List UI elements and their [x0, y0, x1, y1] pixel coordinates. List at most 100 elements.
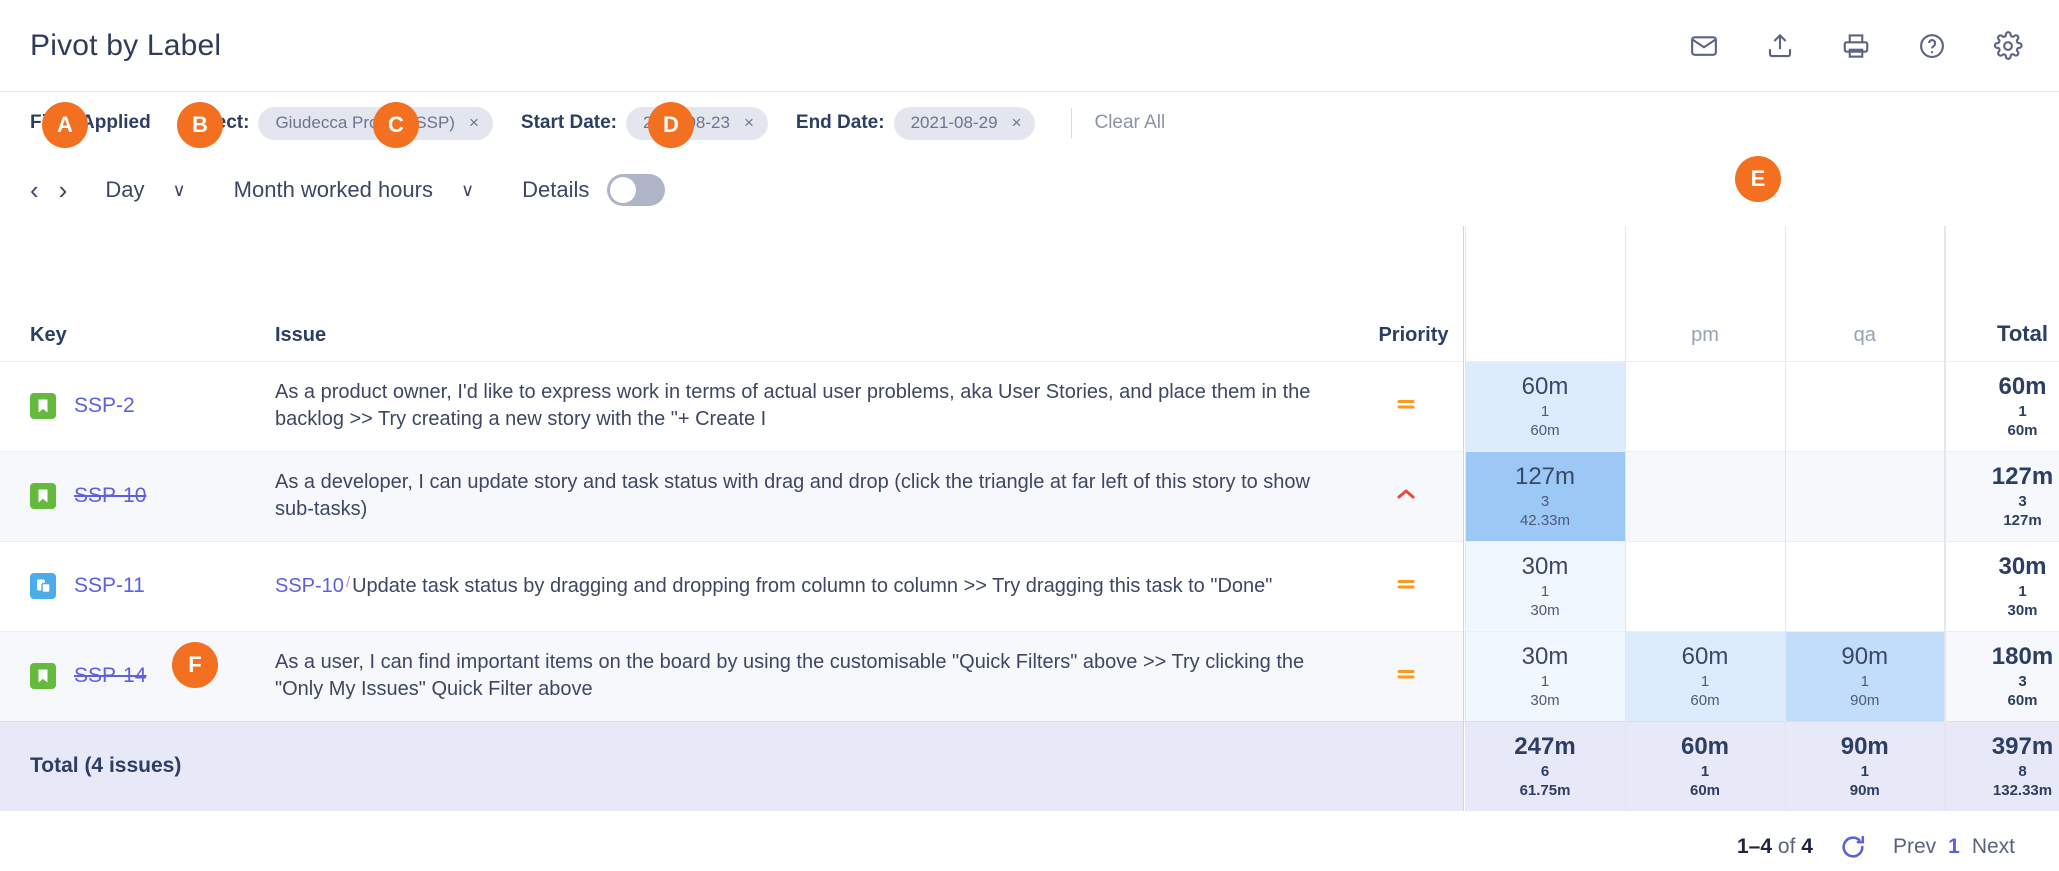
pivot-cell-1[interactable] — [1625, 451, 1785, 541]
column-header-label-qa[interactable]: qa — [1785, 226, 1945, 361]
annotation-badge-c: C — [373, 102, 419, 148]
mail-icon[interactable] — [1689, 31, 1719, 61]
table-row[interactable]: SSP-11SSP-10/Update task status by dragg… — [0, 541, 2059, 631]
upload-icon[interactable] — [1765, 31, 1795, 61]
row-total-cell[interactable]: 127m3127m — [1945, 451, 2059, 541]
pivot-table-head: Key Issue Priority pm qa Total — [0, 226, 2059, 361]
remove-start-date-filter-icon[interactable]: × — [744, 114, 754, 131]
priority-cell — [1350, 451, 1463, 541]
row-total-cell[interactable]: 60m160m — [1945, 361, 2059, 451]
row-total-average: 127m — [1946, 511, 2059, 531]
next-period-button[interactable]: › — [59, 177, 68, 203]
column-header-label-blank[interactable] — [1465, 226, 1625, 361]
issue-key-link[interactable]: SSP-2 — [74, 394, 135, 418]
pager: Prev 1 Next — [1893, 835, 2015, 859]
grand-total-cell-2-count: 1 — [1786, 762, 1945, 782]
filter-bar: Filter Applied Project: Giudecca Project… — [0, 92, 2059, 154]
pager-prev[interactable]: Prev — [1893, 835, 1936, 859]
annotation-badge-a: A — [42, 102, 88, 148]
table-row[interactable]: SSP-2 As a product owner, I'd like to exp… — [0, 361, 2059, 451]
pivot-cell-0[interactable]: 127m342.33m — [1465, 451, 1625, 541]
row-total-average: 60m — [1946, 691, 2059, 711]
pivot-cell-1[interactable] — [1625, 541, 1785, 631]
pivot-cell-2[interactable] — [1785, 451, 1945, 541]
issue-key-cell: SSP-10 — [0, 451, 275, 541]
details-toggle[interactable] — [607, 174, 665, 206]
gear-icon[interactable] — [1993, 31, 2023, 61]
prev-period-button[interactable]: ‹ — [30, 177, 39, 203]
row-total-cell[interactable]: 180m360m — [1945, 631, 2059, 721]
help-icon[interactable] — [1917, 31, 1947, 61]
details-toggle-knob — [610, 177, 636, 203]
grand-total-cell-0-average: 61.75m — [1466, 781, 1625, 801]
app-header: Pivot by Label — [0, 0, 2059, 92]
row-total-value: 180m — [1946, 642, 2059, 672]
pager-next[interactable]: Next — [1972, 835, 2015, 859]
filter-start-date: Start Date: 2021-08-23 × — [521, 107, 768, 140]
metric-select[interactable]: Month worked hours ∨ — [234, 177, 475, 203]
refresh-icon[interactable] — [1839, 833, 1867, 861]
pivot-cell-0[interactable]: 60m160m — [1465, 361, 1625, 451]
clear-all-button[interactable]: Clear All — [1094, 112, 1165, 134]
pivot-cell-0[interactable]: 30m130m — [1465, 631, 1625, 721]
grand-total-count: 8 — [1946, 762, 2059, 782]
pager-page-1[interactable]: 1 — [1948, 835, 1960, 859]
filter-project-value: Giudecca Project (SSP) — [275, 113, 455, 133]
pivot-cell-2[interactable]: 90m190m — [1785, 631, 1945, 721]
pivot-cell-2[interactable] — [1785, 361, 1945, 451]
pivot-cell-0[interactable]: 30m130m — [1465, 541, 1625, 631]
pivot-cell-2-count: 1 — [1786, 672, 1945, 692]
remove-project-filter-icon[interactable]: × — [469, 114, 479, 131]
table-row[interactable]: SSP-10 As a developer, I can update story… — [0, 451, 2059, 541]
pivot-table-body: SSP-2 As a product owner, I'd like to exp… — [0, 361, 2059, 811]
period-select[interactable]: Day ∨ — [105, 177, 185, 203]
issue-summary-link[interactable]: As a developer, I can update story and t… — [275, 471, 1310, 520]
pivot-cell-0-count: 1 — [1466, 582, 1625, 602]
issue-key-link[interactable]: SSP-11 — [74, 574, 145, 598]
pivot-cell-0-value: 60m — [1466, 372, 1625, 402]
column-header-priority[interactable]: Priority — [1350, 226, 1463, 361]
pivot-cell-1[interactable]: 60m160m — [1625, 631, 1785, 721]
grand-total-cell-1: 60m160m — [1625, 721, 1785, 811]
pivot-table-wrap: F Key Issue Priority pm qa Total SSP-2 As… — [0, 226, 2059, 811]
row-total-count: 1 — [1946, 582, 2059, 602]
column-header-key[interactable]: Key — [0, 226, 275, 361]
chevron-down-icon: ∨ — [172, 180, 185, 201]
pivot-cell-0-average: 60m — [1466, 421, 1625, 441]
issue-summary-cell: As a product owner, I'd like to express … — [275, 361, 1350, 451]
pivot-cell-0-average: 42.33m — [1466, 511, 1625, 531]
result-range-total: 4 — [1801, 835, 1813, 858]
remove-end-date-filter-icon[interactable]: × — [1012, 114, 1022, 131]
pivot-cell-0-count: 1 — [1466, 672, 1625, 692]
column-header-total[interactable]: Total — [1945, 226, 2059, 361]
filter-end-date-chip[interactable]: 2021-08-29 × — [894, 107, 1036, 140]
issue-summary-link[interactable]: As a product owner, I'd like to express … — [275, 381, 1310, 430]
pivot-header-row: Key Issue Priority pm qa Total — [0, 226, 2059, 361]
column-header-issue[interactable]: Issue — [275, 226, 1350, 361]
print-icon[interactable] — [1841, 31, 1871, 61]
grand-total-value: 397m — [1946, 732, 2059, 762]
issue-summary-link[interactable]: As a user, I can find important items on… — [275, 651, 1304, 700]
column-header-label-pm[interactable]: pm — [1625, 226, 1785, 361]
pivot-cell-0-average: 30m — [1466, 691, 1625, 711]
grand-total-cell-1-value: 60m — [1626, 732, 1785, 762]
pivot-cell-0-value: 30m — [1466, 642, 1625, 672]
priority-medium-icon — [1393, 661, 1419, 687]
table-row[interactable]: SSP-14 As a user, I can find important it… — [0, 631, 2059, 721]
issue-summary-link[interactable]: Update task status by dragging and dropp… — [352, 575, 1272, 597]
grand-total-cell-0: 247m661.75m — [1465, 721, 1625, 811]
grand-total-row: Total (4 issues)247m661.75m60m160m90m190… — [0, 721, 2059, 811]
parent-issue-link[interactable]: SSP-10 — [275, 575, 344, 597]
grand-total-cell-2-value: 90m — [1786, 732, 1945, 762]
details-label: Details — [522, 177, 589, 203]
issue-key-link[interactable]: SSP-14 — [74, 664, 146, 688]
annotation-badge-f: F — [172, 642, 218, 688]
row-total-cell[interactable]: 30m130m — [1945, 541, 2059, 631]
row-total-average: 30m — [1946, 601, 2059, 621]
pivot-cell-1[interactable] — [1625, 361, 1785, 451]
filter-end-date: End Date: 2021-08-29 × — [796, 107, 1036, 140]
issue-key-link[interactable]: SSP-10 — [74, 484, 146, 508]
issue-key-cell: SSP-14 — [0, 631, 275, 721]
chevron-down-icon: ∨ — [461, 180, 474, 201]
pivot-cell-2[interactable] — [1785, 541, 1945, 631]
